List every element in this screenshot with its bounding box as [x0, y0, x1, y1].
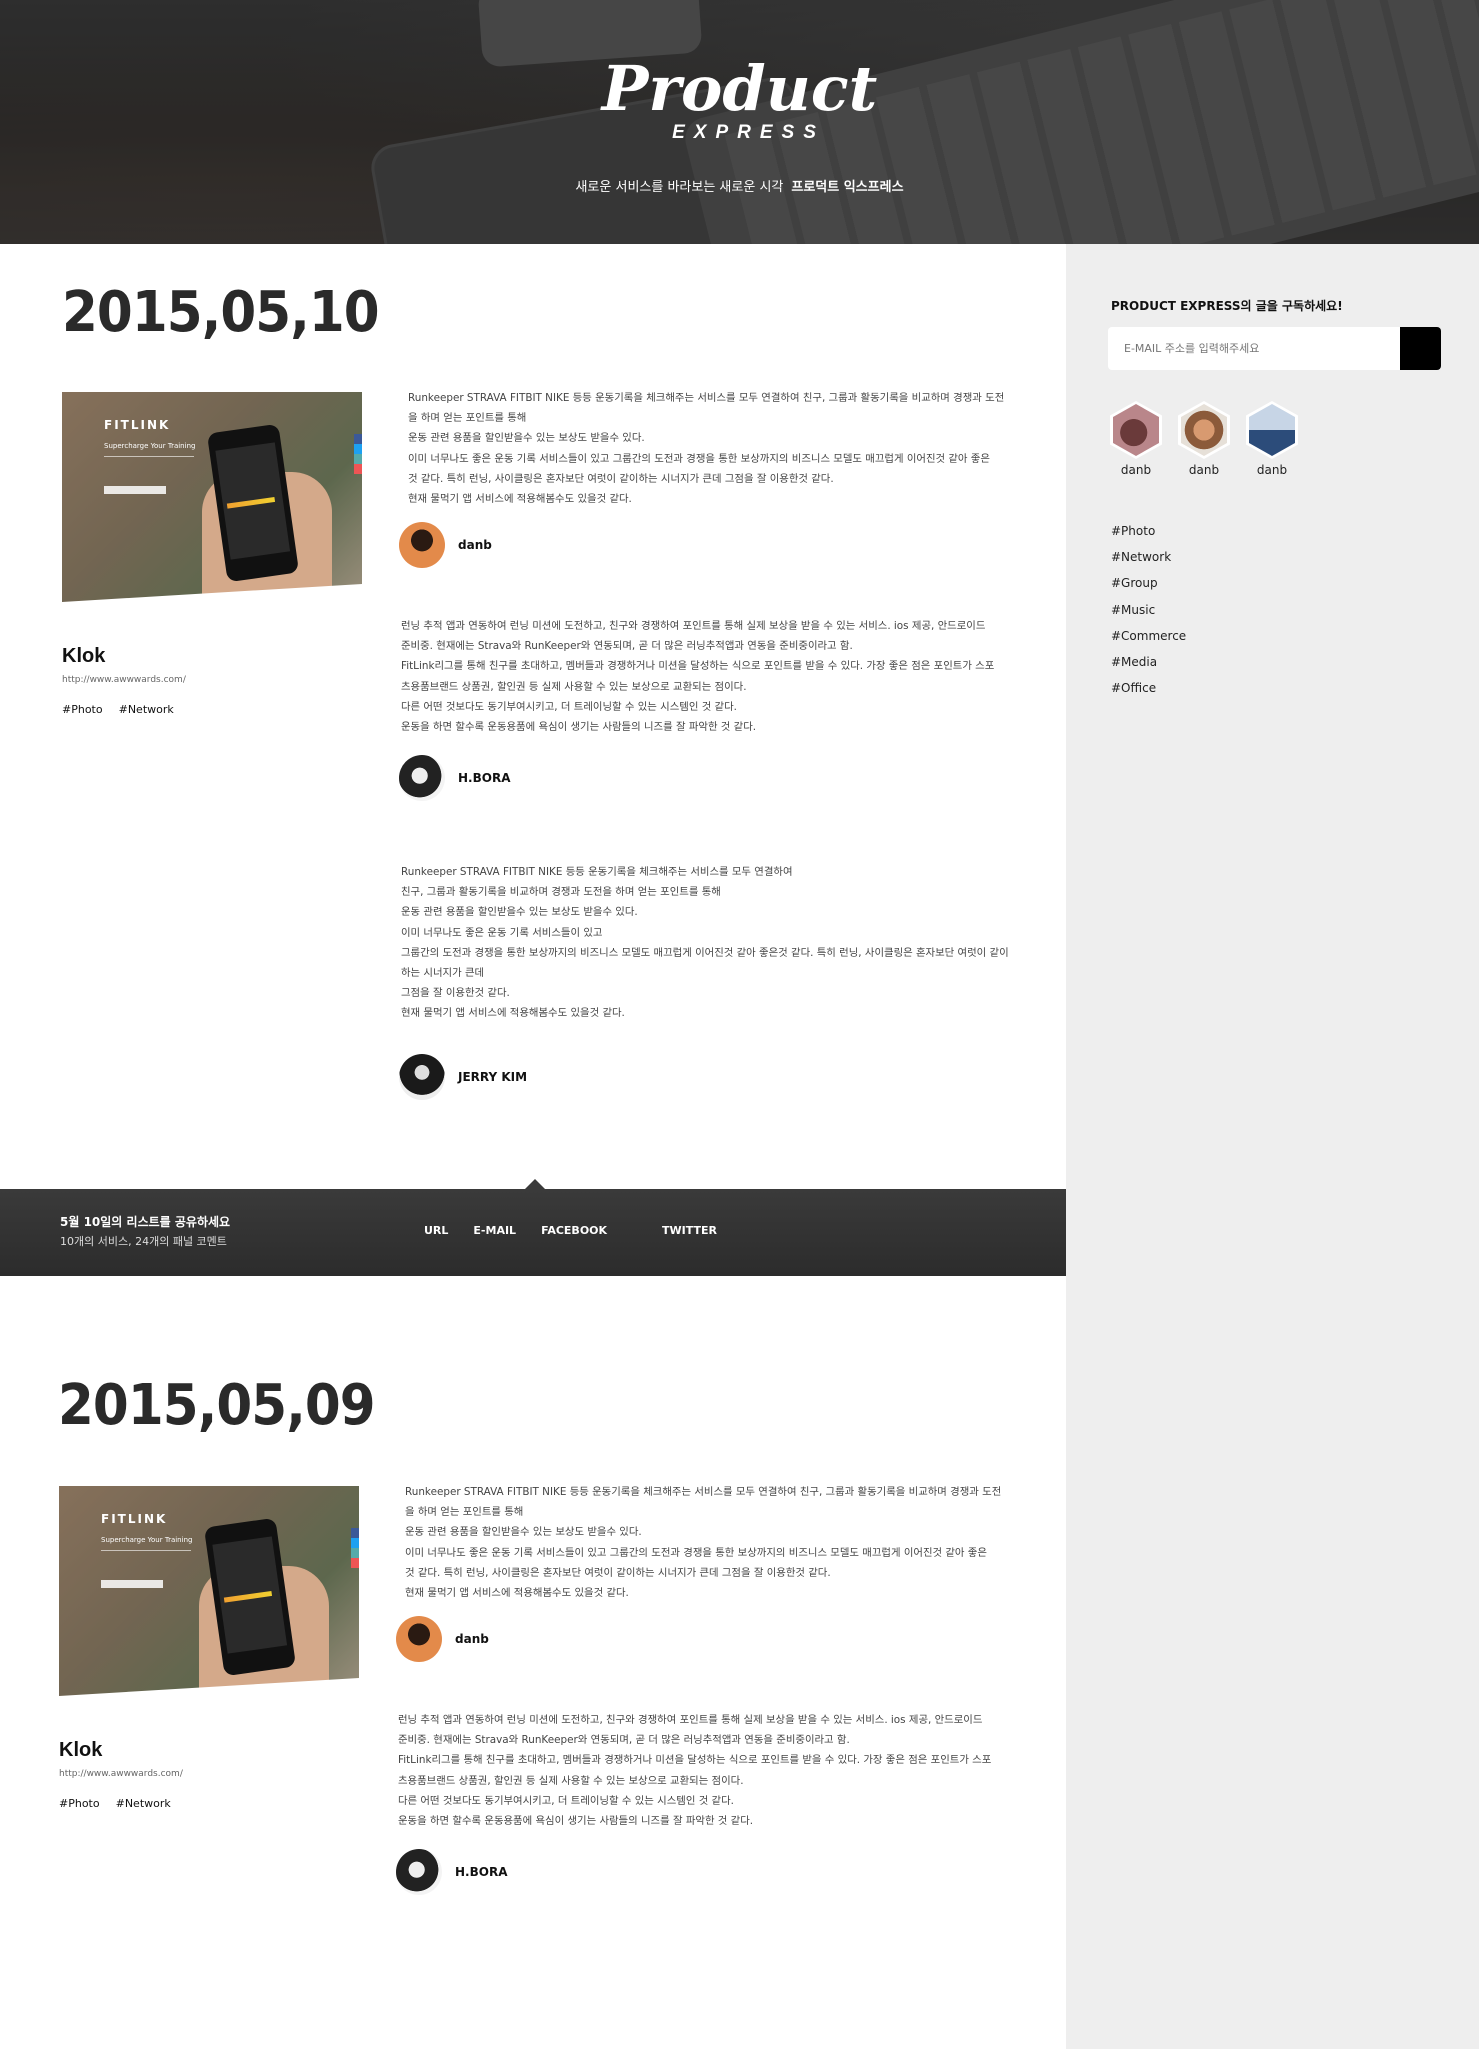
author-name: danb	[458, 538, 492, 552]
site-logo-sub: EXPRESS	[672, 122, 825, 143]
product-url[interactable]: http://www.awwwards.com/	[59, 1769, 183, 1779]
email-input[interactable]	[1108, 327, 1398, 370]
author-name: H.BORA	[455, 1865, 508, 1879]
user-item[interactable]: danb	[1110, 401, 1162, 477]
product-url[interactable]: http://www.awwwards.com/	[62, 675, 186, 685]
product-name[interactable]: Klok	[62, 645, 105, 668]
share-links: URL E-MAIL FACEBOOK TWITTER	[424, 1224, 742, 1237]
product-thumbnail[interactable]: FITLINK Supercharge Your Training	[59, 1486, 359, 1696]
tag-link[interactable]: #Network	[1111, 550, 1186, 576]
author-name: danb	[455, 1632, 489, 1646]
user-item[interactable]: danb	[1178, 401, 1230, 477]
avatar	[399, 522, 445, 568]
author-name: H.BORA	[458, 771, 511, 785]
social-icons	[351, 1528, 359, 1568]
tag-link[interactable]: #Music	[1111, 603, 1186, 629]
product-thumbnail[interactable]: FITLINK Supercharge Your Training	[62, 392, 362, 602]
product-tags: #Photo #Network	[59, 1797, 187, 1810]
subscribe-button[interactable]	[1400, 327, 1441, 370]
thumb-brand: FITLINK	[101, 1512, 168, 1526]
site-logo[interactable]: Product	[0, 52, 1479, 125]
share-email-link[interactable]: E-MAIL	[473, 1224, 516, 1237]
tagline-text: 새로운 서비스를 바라보는 새로운 시각	[575, 180, 784, 195]
user-name: danb	[1120, 463, 1152, 477]
user-name: danb	[1256, 463, 1288, 477]
app-store-badge	[101, 1580, 163, 1588]
comment-author[interactable]: JERRY KIM	[399, 1054, 527, 1100]
tag-link[interactable]: #Office	[1111, 681, 1186, 707]
avatar	[1110, 401, 1162, 459]
avatar	[396, 1616, 442, 1662]
thumb-brand: FITLINK	[104, 418, 171, 432]
app-store-badge	[104, 486, 166, 494]
share-title: 5월 10일의 리스트를 공유하세요	[60, 1215, 231, 1229]
user-name: danb	[1188, 463, 1220, 477]
tag-link[interactable]: #Photo	[1111, 524, 1186, 550]
subscribe-title: PRODUCT EXPRESS의 글을 구독하세요!	[1111, 299, 1343, 313]
tag-link[interactable]: #Commerce	[1111, 629, 1186, 655]
product-name[interactable]: Klok	[59, 1739, 102, 1762]
avatar	[1178, 401, 1230, 459]
avatar	[399, 755, 445, 801]
share-facebook-link[interactable]: FACEBOOK	[541, 1224, 607, 1237]
tagline-brand: 프로덕트 익스프레스	[791, 180, 904, 195]
share-subtitle: 10개의 서비스, 24개의 패널 코멘트	[60, 1235, 227, 1248]
user-item[interactable]: danb	[1246, 401, 1298, 477]
user-list: danb danb danb	[1110, 401, 1298, 477]
tag-link[interactable]: #Group	[1111, 576, 1186, 602]
tag-link[interactable]: #Photo	[59, 1797, 100, 1810]
author-name: JERRY KIM	[458, 1070, 528, 1084]
subscribe-form	[1108, 327, 1441, 370]
product-tags: #Photo #Network	[62, 703, 190, 716]
share-url-link[interactable]: URL	[424, 1224, 448, 1237]
comment-text: Runkeeper STRAVA FITBIT NIKE 등등 운동기록을 체크…	[408, 392, 1005, 506]
comment-author[interactable]: danb	[396, 1616, 489, 1662]
avatar	[396, 1849, 442, 1895]
thumb-tagline: Supercharge Your Training	[104, 442, 196, 450]
avatar	[1246, 401, 1298, 459]
comment-author[interactable]: H.BORA	[399, 755, 510, 801]
comment-text: Runkeeper STRAVA FITBIT NIKE 등등 운동기록을 체크…	[405, 1486, 1002, 1600]
tag-link[interactable]: #Network	[119, 703, 174, 716]
share-bar: 5월 10일의 리스트를 공유하세요 10개의 서비스, 24개의 패널 코멘트…	[0, 1179, 1066, 1276]
header-banner: Product EXPRESS 새로운 서비스를 바라보는 새로운 시각 프로덕트…	[0, 0, 1479, 244]
date-heading: 2015,05,10	[62, 280, 380, 345]
social-icons	[354, 434, 362, 474]
comment-text: 런닝 추적 앱과 연동하여 런닝 미션에 도전하고, 친구와 경쟁하여 포인트를…	[398, 1714, 992, 1828]
tag-link[interactable]: #Network	[116, 1797, 171, 1810]
comment-text: 런닝 추적 앱과 연동하여 런닝 미션에 도전하고, 친구와 경쟁하여 포인트를…	[401, 620, 995, 734]
tag-link[interactable]: #Photo	[62, 703, 103, 716]
tag-list: #Photo #Network #Group #Music #Commerce …	[1111, 524, 1186, 707]
comment-author[interactable]: H.BORA	[396, 1849, 507, 1895]
tag-link[interactable]: #Media	[1111, 655, 1186, 681]
avatar	[399, 1054, 445, 1100]
site-tagline: 새로운 서비스를 바라보는 새로운 시각 프로덕트 익스프레스	[0, 176, 1479, 195]
comment-text: Runkeeper STRAVA FITBIT NIKE 등등 운동기록을 체크…	[401, 866, 1009, 1020]
comment-author[interactable]: danb	[399, 522, 492, 568]
thumb-tagline: Supercharge Your Training	[101, 1536, 193, 1544]
share-twitter-link[interactable]: TWITTER	[662, 1224, 717, 1237]
sidebar: PRODUCT EXPRESS의 글을 구독하세요! danb danb dan…	[1066, 244, 1479, 2049]
date-heading: 2015,05,09	[58, 1373, 376, 1438]
